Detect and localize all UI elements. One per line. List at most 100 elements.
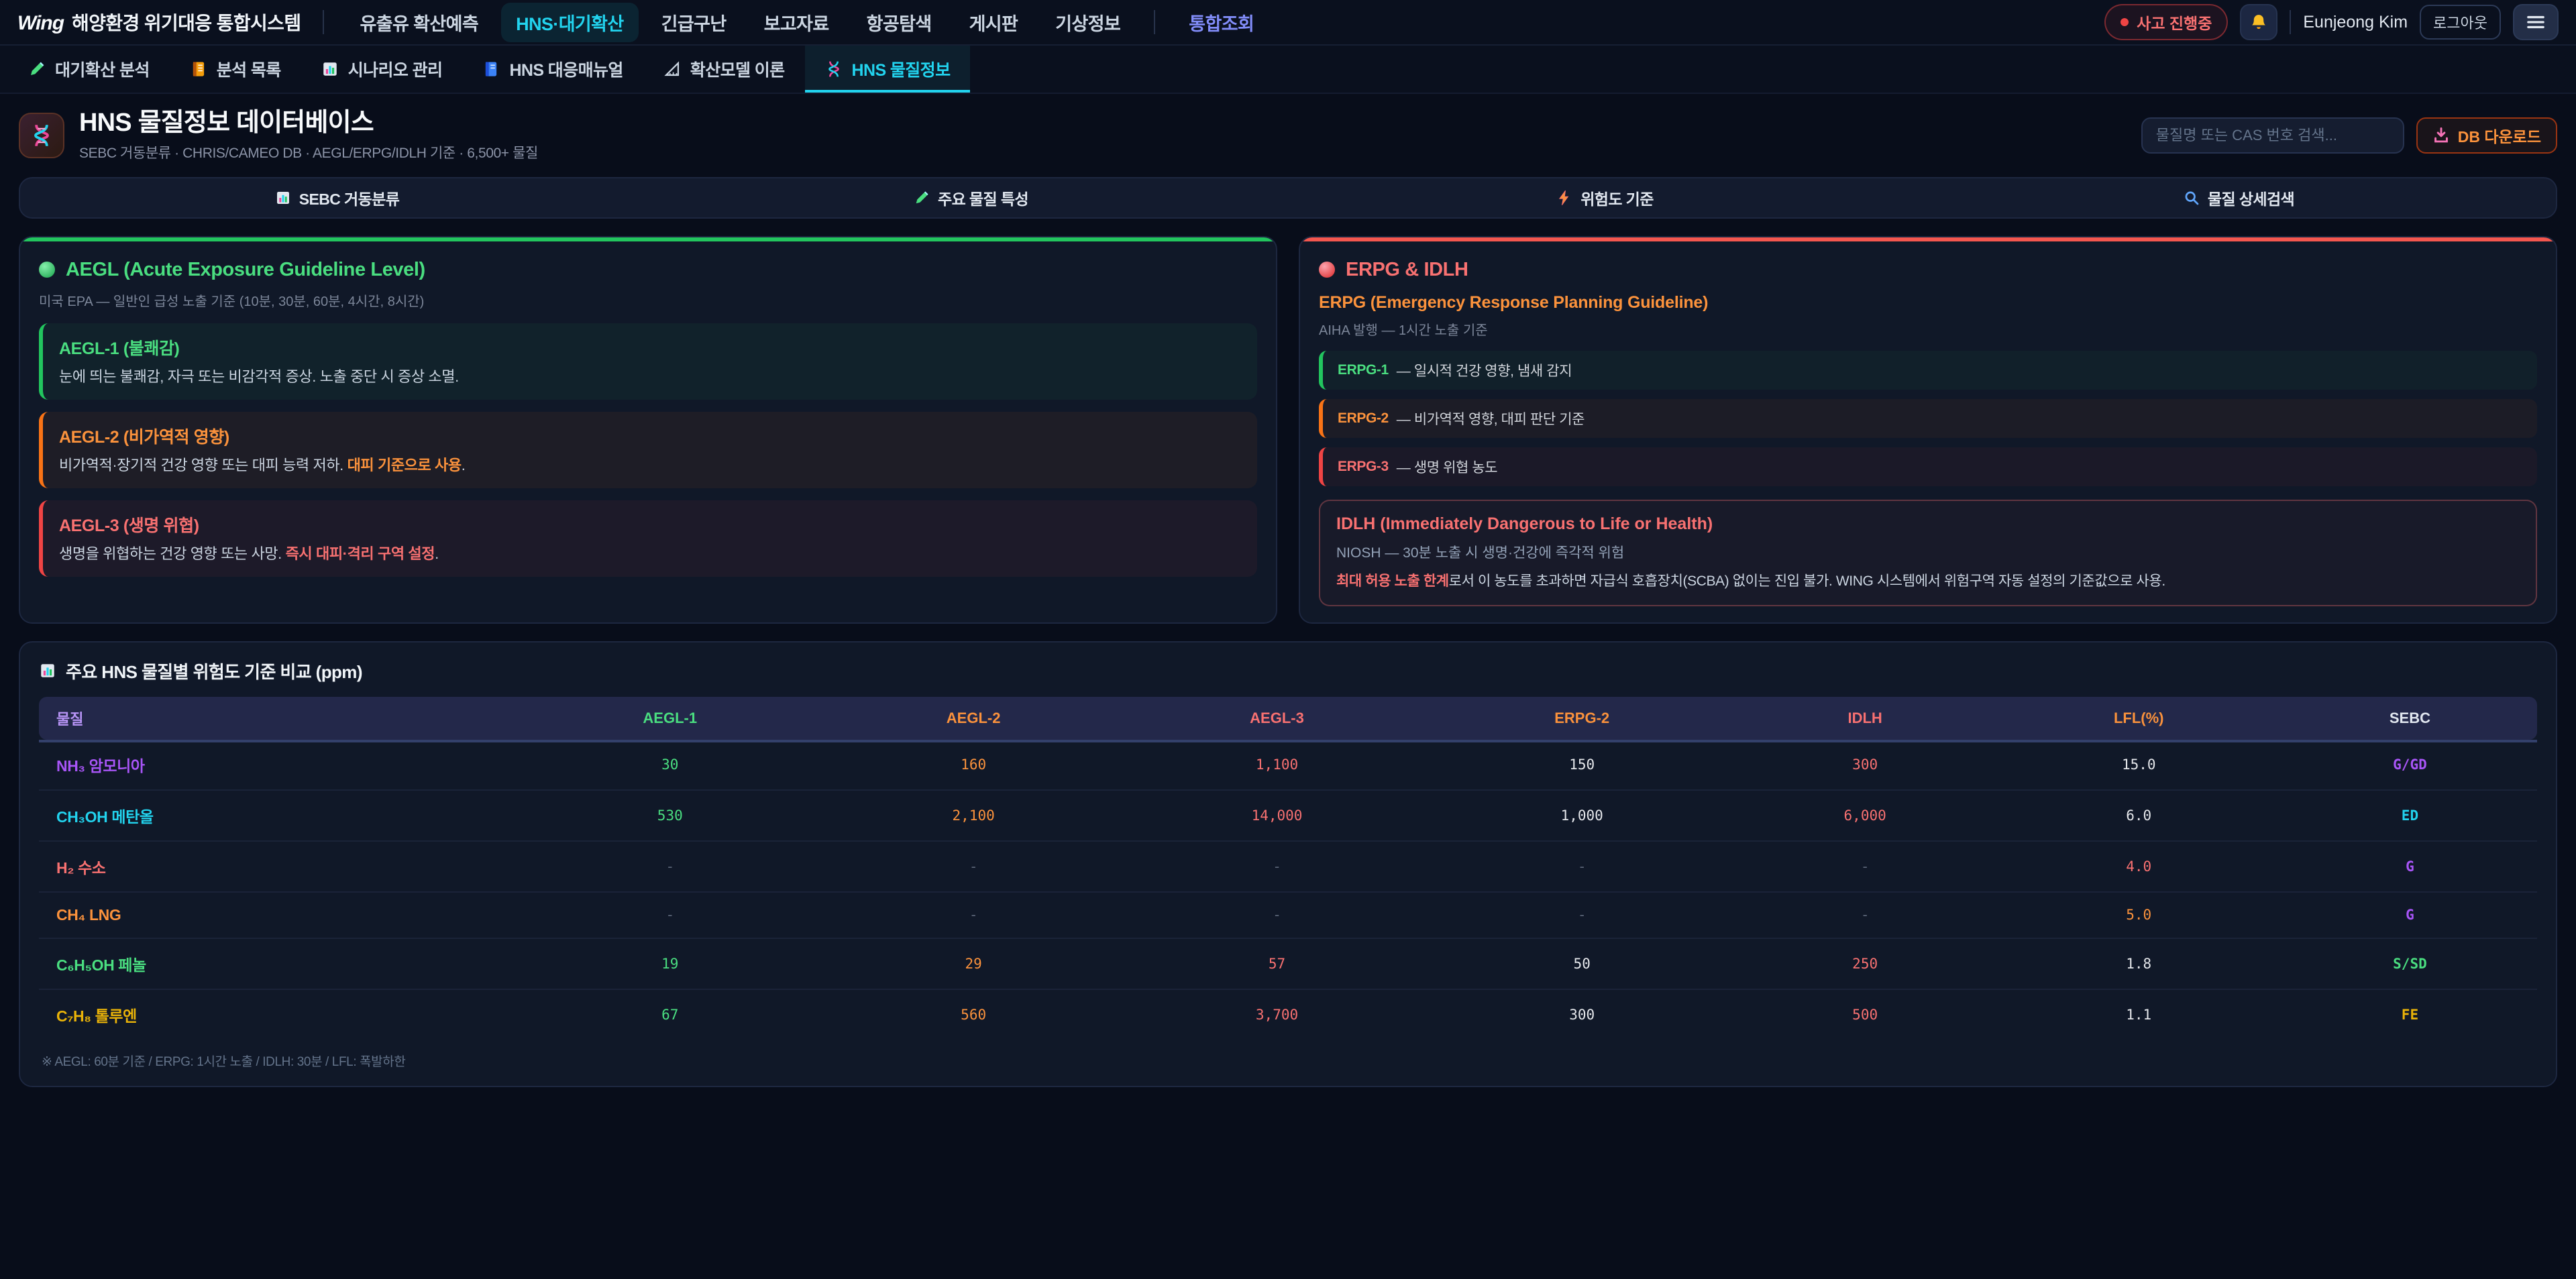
subtab-hns-substance-info[interactable]: HNS 물질정보	[805, 46, 971, 93]
substance-search-input[interactable]	[2141, 117, 2404, 154]
substance-name: CH₄ LNG	[39, 892, 519, 938]
table-row-toluene[interactable]: C₇H₈ 톨루엔 67 560 3,700 300 500 1.1 FE	[39, 989, 2537, 1040]
aegl-2-label: AEGL-2 (비가역적 영향)	[59, 424, 1241, 448]
tab-sebc-classification[interactable]: SEBC 거동분류	[20, 178, 654, 217]
aegl-1-label: AEGL-1 (불쾌감)	[59, 335, 1241, 359]
erpg-panel-header: ERPG & IDLH	[1319, 259, 2537, 281]
subtab-dispersion-analysis[interactable]: 대기확산 분석	[8, 46, 170, 93]
db-download-label: DB 다운로드	[2458, 124, 2541, 147]
ruler-icon	[663, 60, 681, 78]
table-row-phenol[interactable]: C₆H₅OH 페놀 19 29 57 50 250 1.8 S/SD	[39, 938, 2537, 989]
table-footnote: ※ AEGL: 60분 기준 / ERPG: 1시간 노출 / IDLH: 30…	[42, 1052, 2537, 1070]
risk-comparison-table: 물질 AEGL-1 AEGL-2 AEGL-3 ERPG-2 IDLH LFL(…	[39, 697, 2537, 1040]
nav-item-oil-spill[interactable]: 유출유 확산예측	[345, 3, 494, 42]
aegl3-value: -	[1125, 892, 1428, 938]
erpg2-value: 150	[1429, 740, 1735, 790]
erpg-section-title: ERPG (Emergency Response Planning Guidel…	[1319, 293, 2537, 313]
tab-key-substance-properties[interactable]: 주요 물질 특성	[654, 178, 1288, 217]
table-row-ammonia[interactable]: NH₃ 암모니아 30 160 1,100 150 300 15.0 G/GD	[39, 740, 2537, 790]
tab-substance-detail-search[interactable]: 물질 상세검색	[1922, 178, 2556, 217]
erpg-1-label: ERPG-1	[1338, 362, 1389, 378]
section-tab-bar: SEBC 거동분류 주요 물질 특성 위험도 기준 물질 상세검색	[19, 177, 2557, 219]
aegl1-value: -	[519, 841, 822, 892]
aegl-1-desc: 눈에 띄는 불쾌감, 자극 또는 비감각적 증상. 노출 중단 시 증상 소멸.	[59, 365, 1241, 386]
bolt-icon	[1556, 190, 1572, 206]
divider	[1154, 10, 1155, 34]
erpg-idlh-panel: ERPG & IDLH ERPG (Emergency Response Pla…	[1299, 236, 2557, 624]
bar-chart-icon	[275, 190, 291, 206]
erpg-3-row: ERPG-3 — 생명 위협 농도	[1319, 447, 2537, 486]
aegl3-value: 3,700	[1125, 989, 1428, 1040]
idlh-box: IDLH (Immediately Dangerous to Life or H…	[1319, 500, 2537, 606]
pen-icon	[28, 60, 46, 78]
subtab-dispersion-model-theory[interactable]: 확산모델 이론	[643, 46, 805, 93]
idlh-value: 300	[1735, 740, 1995, 790]
sebc-class: FE	[2283, 989, 2537, 1040]
subtab-label: 확산모델 이론	[690, 57, 785, 81]
col-erpg-2: ERPG-2	[1429, 697, 1735, 740]
table-title: 주요 HNS 물질별 위험도 기준 비교 (ppm)	[66, 659, 362, 683]
idlh-value: 6,000	[1735, 790, 1995, 841]
nav-item-weather[interactable]: 기상정보	[1040, 3, 1135, 42]
logo-mark: Wing	[17, 12, 64, 35]
dna-icon	[19, 113, 64, 158]
aegl-2-desc: 비가역적·장기적 건강 영향 또는 대피 능력 저하. 대피 기준으로 사용.	[59, 453, 1241, 475]
idlh-value: 500	[1735, 989, 1995, 1040]
sebc-class: G	[2283, 892, 2537, 938]
book-icon	[482, 60, 500, 78]
subtab-label: 분석 목록	[217, 57, 281, 81]
col-aegl-2: AEGL-2	[822, 697, 1125, 740]
subtab-hns-manual[interactable]: HNS 대응매뉴얼	[462, 46, 643, 93]
subtab-label: HNS 대응매뉴얼	[509, 57, 623, 81]
menu-button[interactable]	[2513, 4, 2559, 40]
tab-label: 위험도 기준	[1580, 186, 1654, 209]
logo-text: 해양환경 위기대응 통합시스템	[72, 9, 301, 36]
nav-item-rescue[interactable]: 긴급구난	[647, 3, 741, 42]
page-subtitle: SEBC 거동분류 · CHRIS/CAMEO DB · AEGL/ERPG/I…	[79, 142, 538, 162]
db-download-button[interactable]: DB 다운로드	[2416, 117, 2557, 154]
erpg-1-text: — 일시적 건강 영향, 냄새 감지	[1397, 360, 1572, 380]
col-substance: 물질	[39, 697, 519, 740]
aegl3-value: 14,000	[1125, 790, 1428, 841]
pen-icon	[914, 190, 930, 206]
nav-item-reports[interactable]: 보고자료	[749, 3, 844, 42]
lfl-value: 4.0	[1995, 841, 2283, 892]
erpg-2-row: ERPG-2 — 비가역적 영향, 대피 판단 기준	[1319, 399, 2537, 438]
col-lfl: LFL(%)	[1995, 697, 2283, 740]
navbar-right: 사고 진행중 Eunjeong Kim 로그아웃	[2104, 4, 2559, 40]
subtab-analysis-list[interactable]: 분석 목록	[170, 46, 301, 93]
aegl2-value: 560	[822, 989, 1125, 1040]
logout-button[interactable]: 로그아웃	[2420, 5, 2501, 40]
notifications-button[interactable]	[2240, 4, 2277, 40]
risk-comparison-card: 주요 HNS 물질별 위험도 기준 비교 (ppm) 물질 AEGL-1 AEG…	[19, 641, 2557, 1087]
incident-status-badge[interactable]: 사고 진행중	[2104, 4, 2228, 40]
aegl1-value: 30	[519, 740, 822, 790]
aegl2-value: 2,100	[822, 790, 1125, 841]
erpg-1-row: ERPG-1 — 일시적 건강 영향, 냄새 감지	[1319, 351, 2537, 390]
nav-item-integrated-search[interactable]: 통합조회	[1174, 3, 1269, 42]
substance-name: NH₃ 암모니아	[39, 740, 519, 790]
user-name: Eunjeong Kim	[2303, 13, 2408, 32]
aegl1-value: 67	[519, 989, 822, 1040]
substance-name: C₆H₅OH 페놀	[39, 938, 519, 989]
nav-item-aerial-search[interactable]: 항공탐색	[852, 3, 947, 42]
subtab-scenario-management[interactable]: 시나리오 관리	[301, 46, 463, 93]
col-aegl-3: AEGL-3	[1125, 697, 1428, 740]
table-row-methanol[interactable]: CH₃OH 메탄올 530 2,100 14,000 1,000 6,000 6…	[39, 790, 2537, 841]
aegl2-value: 160	[822, 740, 1125, 790]
tab-risk-criteria[interactable]: 위험도 기준	[1288, 178, 1922, 217]
erpg-3-text: — 생명 위협 농도	[1397, 457, 1497, 477]
erpg2-value: 300	[1429, 989, 1735, 1040]
search-icon	[2184, 190, 2200, 206]
subtab-label: HNS 물질정보	[852, 57, 951, 81]
lfl-value: 6.0	[1995, 790, 2283, 841]
col-aegl-1: AEGL-1	[519, 697, 822, 740]
nav-item-hns-dispersion[interactable]: HNS·대기확산	[501, 3, 639, 42]
table-row-lng[interactable]: CH₄ LNG - - - - - 5.0 G	[39, 892, 2537, 938]
bar-chart-icon	[39, 662, 56, 679]
table-row-hydrogen[interactable]: H₂ 수소 - - - - - 4.0 G	[39, 841, 2537, 892]
erpg-panel-title: ERPG & IDLH	[1346, 259, 1468, 281]
subtab-label: 대기확산 분석	[55, 57, 150, 81]
nav-item-board[interactable]: 게시판	[955, 3, 1033, 42]
sub-navigation: 대기확산 분석 분석 목록 시나리오 관리 HNS 대응매뉴얼 확산모델 이론 …	[0, 46, 2576, 94]
